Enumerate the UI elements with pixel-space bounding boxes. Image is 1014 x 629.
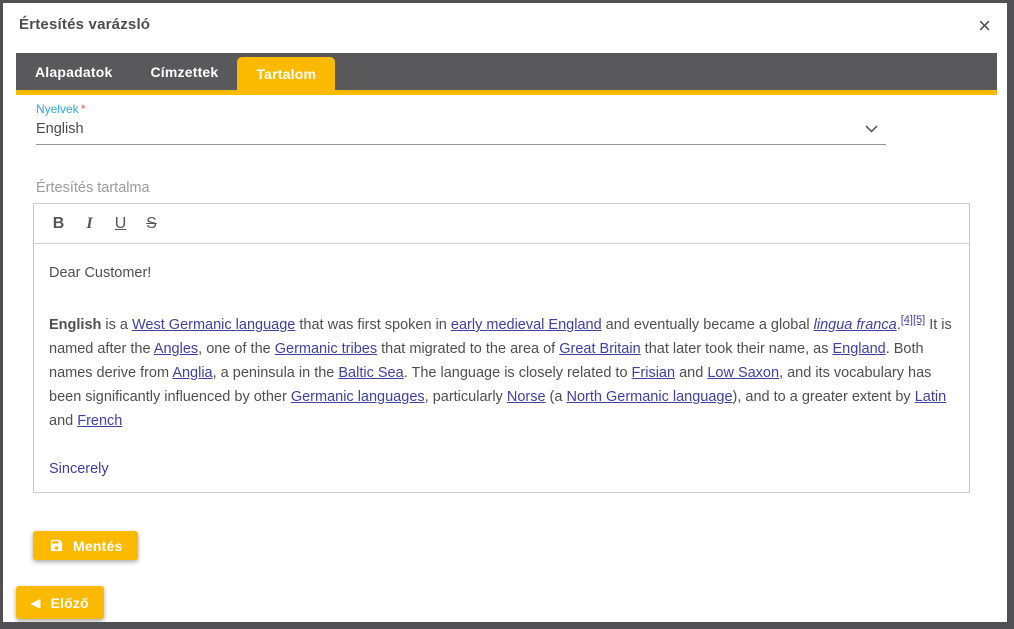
content-link[interactable]: Norse bbox=[507, 389, 546, 405]
underline-button[interactable]: U bbox=[108, 211, 133, 236]
content-link[interactable]: Baltic Sea bbox=[338, 365, 403, 381]
previous-button[interactable]: ◀ Előző bbox=[16, 586, 104, 619]
tab-bar: Alapadatok Címzettek Tartalom bbox=[16, 53, 997, 95]
content-text: that was first spoken in bbox=[295, 317, 451, 333]
rich-text-editor: B I U S Dear Customer! English is a West… bbox=[33, 203, 970, 493]
content-text: and eventually became a global bbox=[602, 317, 814, 333]
content-label: Értesítés tartalma bbox=[36, 180, 150, 196]
tab-tartalom[interactable]: Tartalom bbox=[237, 57, 335, 90]
content-link[interactable]: Germanic languages bbox=[291, 389, 425, 405]
modal-backdrop: Értesítés varázsló × Alapadatok Címzette… bbox=[0, 0, 1014, 629]
italic-button[interactable]: I bbox=[77, 211, 102, 236]
notification-paragraph: English is a West Germanic language that… bbox=[49, 313, 954, 433]
required-marker: * bbox=[81, 102, 86, 116]
language-select[interactable]: Nyelvek* English bbox=[36, 102, 886, 145]
content-text: and bbox=[49, 413, 77, 429]
closing-text: Sincerely bbox=[49, 457, 954, 481]
close-icon[interactable]: × bbox=[974, 13, 995, 39]
content-text: , a peninsula in the bbox=[213, 365, 339, 381]
content-text: . The language is closely related to bbox=[404, 365, 632, 381]
tab-alapadatok[interactable]: Alapadatok bbox=[16, 53, 131, 90]
content-link[interactable]: Low Saxon bbox=[707, 365, 779, 381]
chevron-down-icon[interactable] bbox=[865, 125, 878, 133]
content-link[interactable]: early medieval England bbox=[451, 317, 602, 333]
language-value: English bbox=[36, 121, 84, 137]
save-icon bbox=[49, 538, 64, 553]
tab-cimzettek[interactable]: Címzettek bbox=[131, 53, 237, 90]
content-link[interactable]: [5] bbox=[913, 314, 925, 326]
content-link[interactable]: West Germanic language bbox=[132, 317, 295, 333]
content-link[interactable]: Germanic tribes bbox=[275, 341, 377, 357]
strikethrough-button[interactable]: S bbox=[139, 211, 164, 236]
content-link[interactable]: Angles bbox=[154, 341, 198, 357]
content-bold-text: English bbox=[49, 317, 101, 333]
content-link[interactable]: French bbox=[77, 413, 122, 429]
notification-wizard-dialog: Értesítés varázsló × Alapadatok Címzette… bbox=[3, 3, 1007, 622]
content-text: ), and to a greater extent by bbox=[733, 389, 915, 405]
content-link[interactable]: Latin bbox=[915, 389, 946, 405]
arrow-left-icon: ◀ bbox=[31, 597, 40, 609]
language-label-text: Nyelvek bbox=[36, 102, 79, 116]
content-text: is a bbox=[101, 317, 132, 333]
bold-button[interactable]: B bbox=[46, 211, 71, 236]
greeting-text: Dear Customer! bbox=[49, 261, 954, 285]
save-button[interactable]: Mentés bbox=[33, 531, 138, 560]
content-link[interactable]: Great Britain bbox=[559, 341, 640, 357]
editor-toolbar: B I U S bbox=[34, 204, 969, 244]
language-label: Nyelvek* bbox=[36, 102, 886, 116]
editor-content[interactable]: Dear Customer! English is a West Germani… bbox=[34, 244, 969, 498]
content-link[interactable]: England bbox=[832, 341, 885, 357]
content-text: , particularly bbox=[425, 389, 507, 405]
save-button-label: Mentés bbox=[73, 538, 122, 554]
content-link[interactable]: lingua franca bbox=[814, 317, 897, 333]
content-link[interactable]: [4] bbox=[901, 314, 913, 326]
previous-button-label: Előző bbox=[50, 595, 88, 611]
content-text: and bbox=[675, 365, 707, 381]
language-select-row[interactable]: English bbox=[36, 119, 886, 145]
content-text: , one of the bbox=[198, 341, 275, 357]
content-text: that migrated to the area of bbox=[377, 341, 559, 357]
content-text: (a bbox=[546, 389, 567, 405]
content-link[interactable]: Anglia bbox=[172, 365, 212, 381]
content-link[interactable]: North Germanic language bbox=[566, 389, 732, 405]
content-link[interactable]: Frisian bbox=[632, 365, 676, 381]
dialog-title: Értesítés varázsló bbox=[19, 16, 150, 33]
content-text: that later took their name, as bbox=[641, 341, 833, 357]
